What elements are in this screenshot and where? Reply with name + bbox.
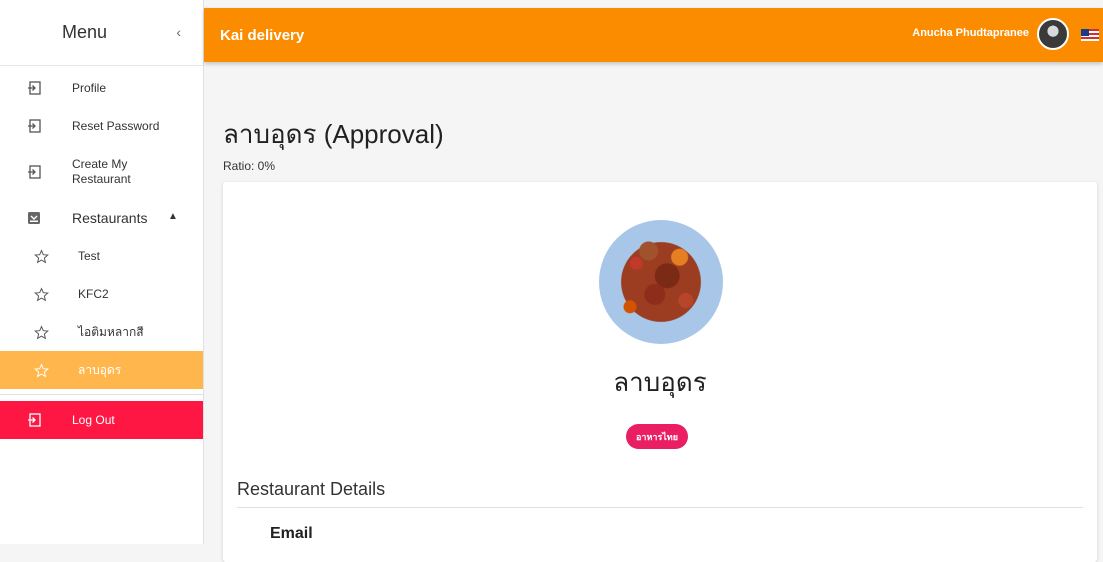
- sidebar-item-label: Reset Password: [72, 118, 160, 133]
- sidebar-item-restaurant-test[interactable]: Test: [0, 237, 203, 275]
- star-outline-icon: [33, 362, 49, 378]
- login-icon: [26, 164, 42, 180]
- chevron-left-icon[interactable]: ‹: [176, 24, 181, 40]
- sidebar-item-create-restaurant[interactable]: Create My Restaurant: [0, 145, 203, 199]
- restaurant-name: ลาบอุดร: [613, 367, 707, 397]
- top-app-bar: Kai delivery Anucha Phudtapranee: [204, 8, 1103, 62]
- brand-title[interactable]: Kai delivery: [220, 27, 304, 44]
- category-chip[interactable]: อาหารไทย: [626, 424, 689, 449]
- sidebar-item-restaurant-itim[interactable]: ไอติมหลากสี: [0, 313, 203, 351]
- sidebar-item-label: ไอติมหลากสี: [78, 324, 144, 339]
- sidebar-group-restaurants[interactable]: Restaurants ▲: [0, 199, 203, 237]
- sidebar-item-restaurant-kfc2[interactable]: KFC2: [0, 275, 203, 313]
- star-outline-icon: [33, 324, 49, 340]
- sidebar-item-reset-password[interactable]: Reset Password: [0, 107, 203, 145]
- menu-header: Menu ‹: [0, 0, 203, 66]
- page-title: ลาบอุดร (Approval): [223, 119, 444, 149]
- avatar[interactable]: [1037, 18, 1069, 50]
- restaurant-card: ลาบอุดร อาหารไทย Restaurant Details Emai…: [223, 182, 1097, 562]
- login-icon: [26, 80, 42, 96]
- sidebar-divider: [0, 394, 203, 395]
- section-divider: [237, 507, 1083, 508]
- logout-label: Log Out: [72, 412, 115, 427]
- chevron-up-icon[interactable]: ▲: [168, 211, 178, 222]
- star-outline-icon: [33, 286, 49, 302]
- sidebar-item-label: Profile: [72, 80, 107, 95]
- sidebar-item-label: Test: [78, 248, 101, 263]
- star-outline-icon: [33, 248, 49, 264]
- menu-title: Menu: [62, 22, 108, 42]
- sidebar-item-profile[interactable]: Profile: [0, 69, 203, 107]
- ratio-text: Ratio: 0%: [223, 159, 276, 173]
- email-label: Email: [270, 525, 313, 542]
- sidebar: Menu ‹ Profile Reset Password Create My …: [0, 0, 204, 544]
- login-icon: [26, 412, 42, 428]
- login-icon: [26, 118, 42, 134]
- sidebar-group-label: Restaurants: [72, 209, 148, 226]
- logout-button[interactable]: Log Out: [0, 401, 203, 439]
- us-flag-icon[interactable]: [1081, 29, 1099, 41]
- sidebar-item-label: KFC2: [78, 286, 109, 301]
- section-title: Restaurant Details: [237, 479, 386, 499]
- sidebar-item-label: ลาบอุดร: [78, 362, 122, 377]
- sidebar-item-label: Create My Restaurant: [72, 157, 131, 186]
- user-name[interactable]: Anucha Phudtapranee: [912, 27, 1029, 39]
- restaurant-image: [599, 220, 723, 344]
- inbox-icon: [26, 210, 42, 226]
- sidebar-item-restaurant-laab[interactable]: ลาบอุดร: [0, 351, 203, 389]
